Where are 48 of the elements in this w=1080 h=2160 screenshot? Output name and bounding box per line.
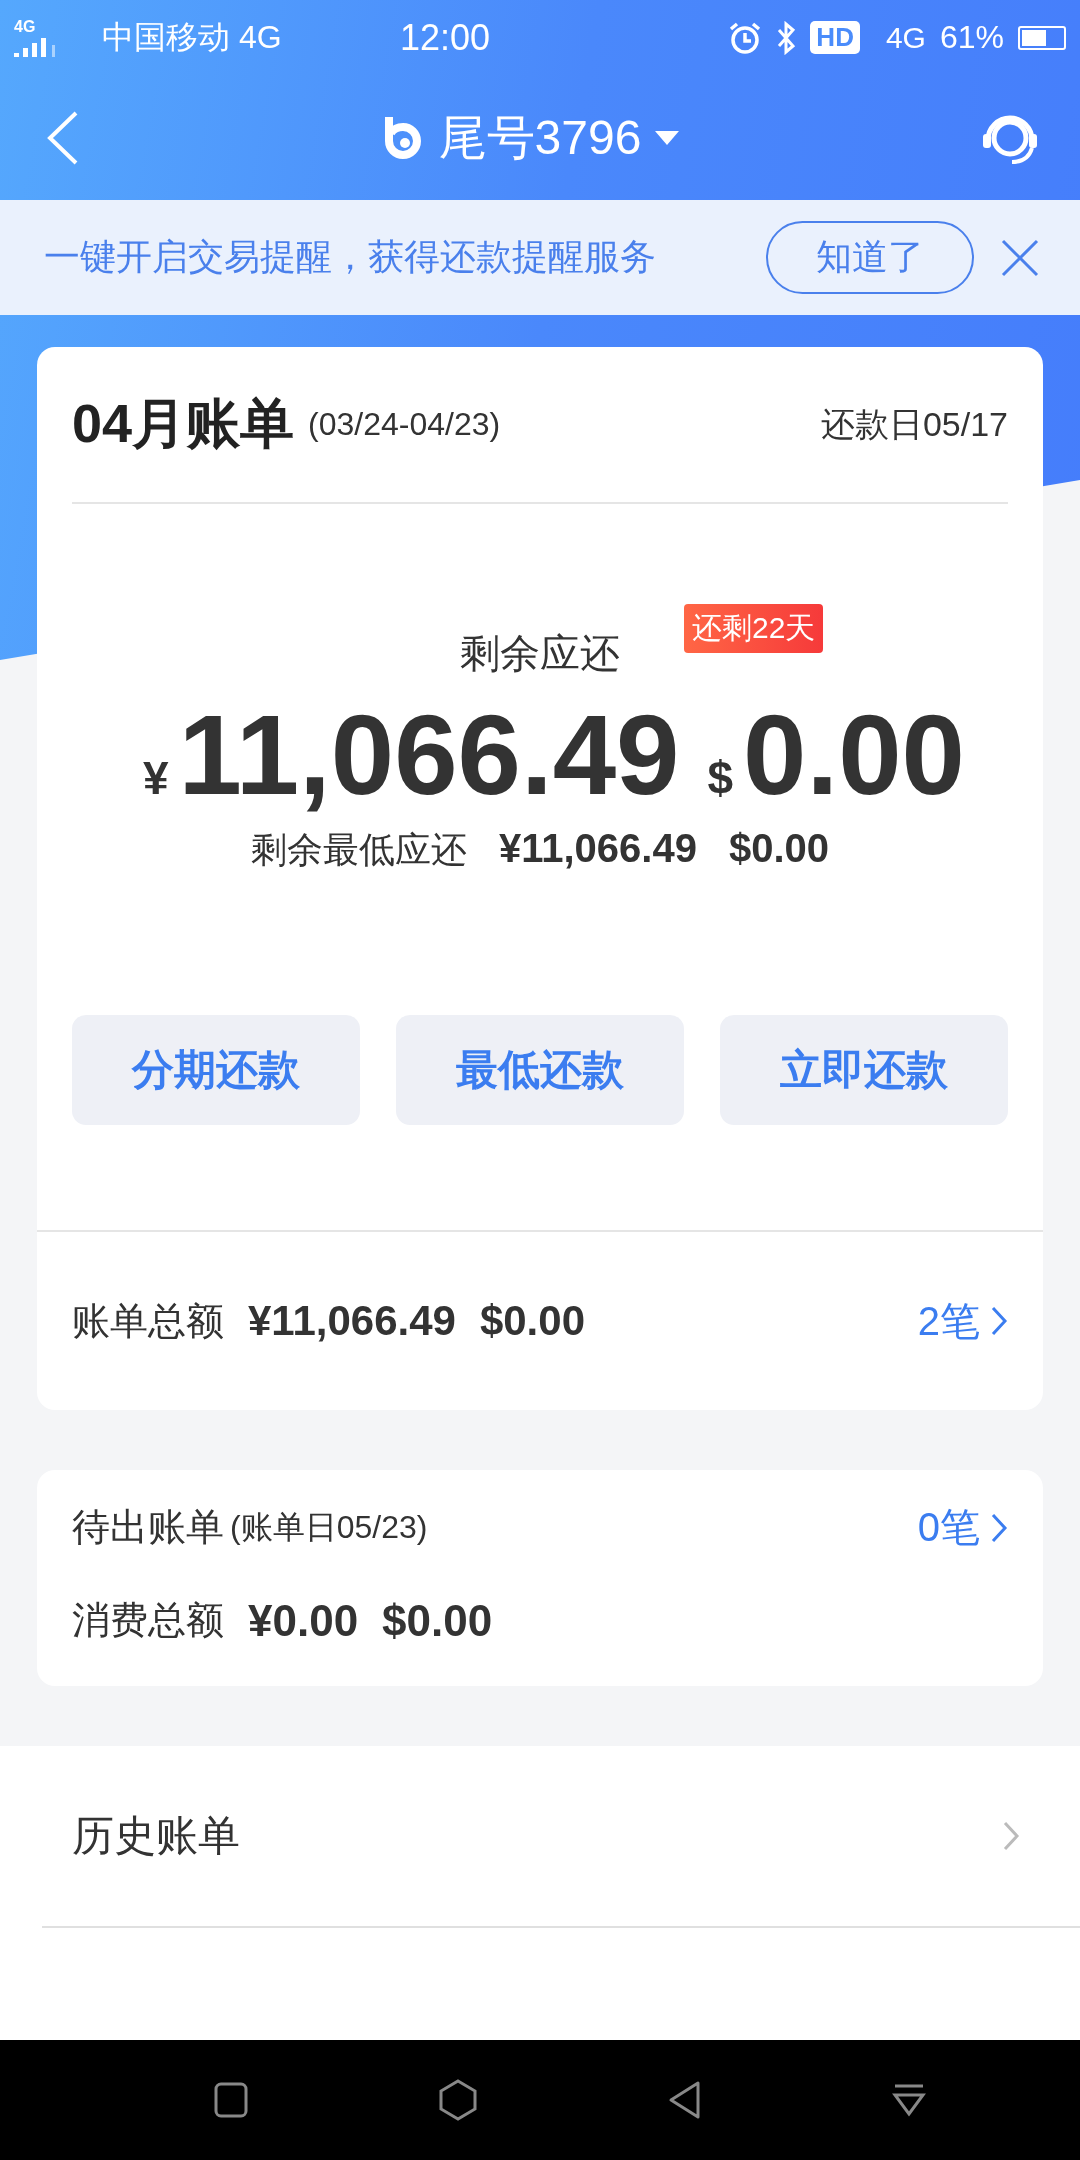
currency-symbol: $: [707, 751, 734, 805]
amount-due: 11,066.49: [178, 690, 680, 820]
hd-badge: HD: [810, 21, 860, 54]
bill-period: (03/24-04/23): [308, 406, 502, 443]
dropdown-icon[interactable]: [653, 128, 682, 147]
transaction-count-link[interactable]: 0笔: [917, 1500, 980, 1555]
network-label: 4G: [885, 20, 926, 55]
min-due-amount: $0.00: [728, 826, 830, 872]
chevron-icon: [1002, 1820, 1020, 1852]
dismiss-button[interactable]: 知道了: [766, 221, 974, 294]
carrier-label: 中国移动 4G: [102, 17, 282, 57]
repay-button[interactable]: 立即还款: [720, 1015, 1008, 1125]
battery-percent: 61%: [939, 19, 1004, 56]
total-label: 账单总额: [72, 1298, 224, 1344]
transaction-count-link[interactable]: 2笔: [917, 1293, 980, 1349]
alarm-icon: [728, 20, 763, 55]
history-row[interactable]: 历史账单: [0, 1746, 1080, 1926]
hide-nav-icon[interactable]: [892, 2083, 926, 2117]
repay-button[interactable]: 最低还款: [396, 1015, 684, 1125]
spend-amount: $0.00: [382, 1595, 493, 1646]
repay-button[interactable]: 分期还款: [72, 1015, 360, 1125]
chevron-icon: [990, 1511, 1008, 1544]
spend-amount: ¥0.00: [248, 1595, 359, 1646]
amount-due: 0.00: [743, 690, 965, 820]
recent-apps-icon[interactable]: [214, 2082, 248, 2118]
total-amount: $0.00: [479, 1297, 585, 1345]
spend-label: 消费总额: [72, 1598, 224, 1643]
close-icon[interactable]: [1000, 237, 1040, 278]
min-due-label: 剩余最低应还: [250, 828, 467, 872]
card-title[interactable]: 尾号3796: [438, 105, 642, 170]
home-icon[interactable]: [438, 2079, 478, 2121]
due-date: 还款日05/17: [820, 403, 1008, 445]
pending-label: 待出账单: [72, 1505, 224, 1550]
total-amount: ¥11,066.49: [248, 1297, 456, 1345]
min-due-amount: ¥11,066.49: [498, 826, 697, 872]
remaining-label: 剩余应还: [460, 630, 620, 677]
days-left-badge: 还剩22天: [684, 604, 824, 653]
clock: 12:00: [398, 16, 491, 59]
back-nav-icon[interactable]: [668, 2080, 702, 2120]
statement-date: (账单日05/23): [230, 1507, 429, 1547]
history-label: 历史账单: [72, 1811, 240, 1861]
bill-title: 04月账单: [72, 392, 295, 455]
network-label: 4G: [14, 18, 36, 35]
banner-text: 一键开启交易提醒，获得还款提醒服务: [44, 235, 657, 279]
bluetooth-icon: [776, 20, 797, 55]
currency-symbol: ¥: [143, 751, 169, 805]
chevron-icon: [990, 1305, 1008, 1337]
battery-icon: [1018, 25, 1066, 50]
